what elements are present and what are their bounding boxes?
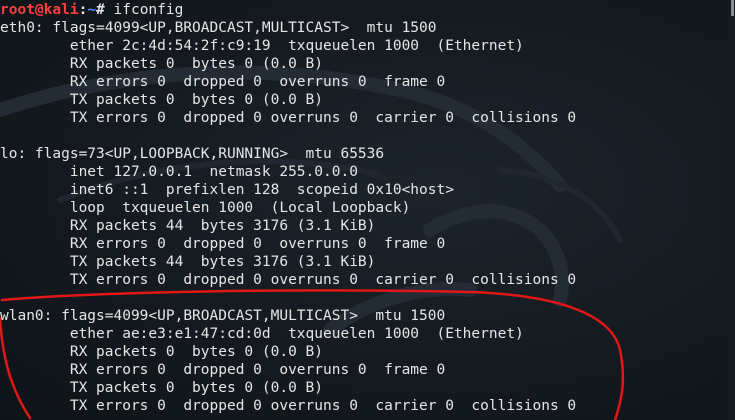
output-line: TX packets 0 bytes 0 (0.0 B) xyxy=(0,380,324,396)
output-line: RX packets 0 bytes 0 (0.0 B) xyxy=(0,344,324,360)
output-line: RX errors 0 dropped 0 overruns 0 frame 0 xyxy=(0,236,446,252)
output-line: eth0: flags=4099<UP,BROADCAST,MULTICAST>… xyxy=(0,20,437,36)
output-line: inet 127.0.0.1 netmask 255.0.0.0 xyxy=(0,164,358,180)
terminal-output: root@kali:~# ifconfig eth0: flags=4099<U… xyxy=(0,1,720,415)
output-line: RX packets 0 bytes 0 (0.0 B) xyxy=(0,56,324,72)
output-line: TX packets 44 bytes 3176 (3.1 KiB) xyxy=(0,254,376,270)
output-line: TX packets 0 bytes 0 (0.0 B) xyxy=(0,92,324,108)
terminal-window[interactable]: root@kali:~# ifconfig eth0: flags=4099<U… xyxy=(0,0,735,420)
prompt-path: ~ xyxy=(87,2,97,18)
output-line: TX errors 0 dropped 0 overruns 0 carrier… xyxy=(0,272,577,288)
output-line: TX errors 0 dropped 0 overruns 0 carrier… xyxy=(0,110,577,126)
command-prompt-line: root@kali:~# ifconfig xyxy=(0,1,720,19)
output-line: wlan0: flags=4099<UP,BROADCAST,MULTICAST… xyxy=(0,308,446,324)
prompt-user-host: root@kali xyxy=(0,2,79,18)
output-line: inet6 ::1 prefixlen 128 scopeid 0x10<hos… xyxy=(0,182,454,198)
vertical-scrollbar[interactable] xyxy=(721,0,735,420)
output-line: lo: flags=73<UP,LOOPBACK,RUNNING> mtu 65… xyxy=(0,146,385,162)
scrollbar-thumb[interactable] xyxy=(731,0,734,16)
output-line: ether ae:e3:e1:47:cd:0d txqueuelen 1000 … xyxy=(0,326,524,342)
prompt-symbol: # xyxy=(96,2,114,18)
output-line: RX errors 0 dropped 0 overruns 0 frame 0 xyxy=(0,362,446,378)
output-line: ether 2c:4d:54:2f:c9:19 txqueuelen 1000 … xyxy=(0,38,524,54)
output-line: RX packets 44 bytes 3176 (3.1 KiB) xyxy=(0,218,376,234)
prompt-separator: : xyxy=(78,2,88,18)
output-line: RX errors 0 dropped 0 overruns 0 frame 0 xyxy=(0,74,446,90)
output-line: TX errors 0 dropped 0 overruns 0 carrier… xyxy=(0,398,577,414)
output-line: loop txqueuelen 1000 (Local Loopback) xyxy=(0,200,411,216)
command-text: ifconfig xyxy=(113,2,184,18)
